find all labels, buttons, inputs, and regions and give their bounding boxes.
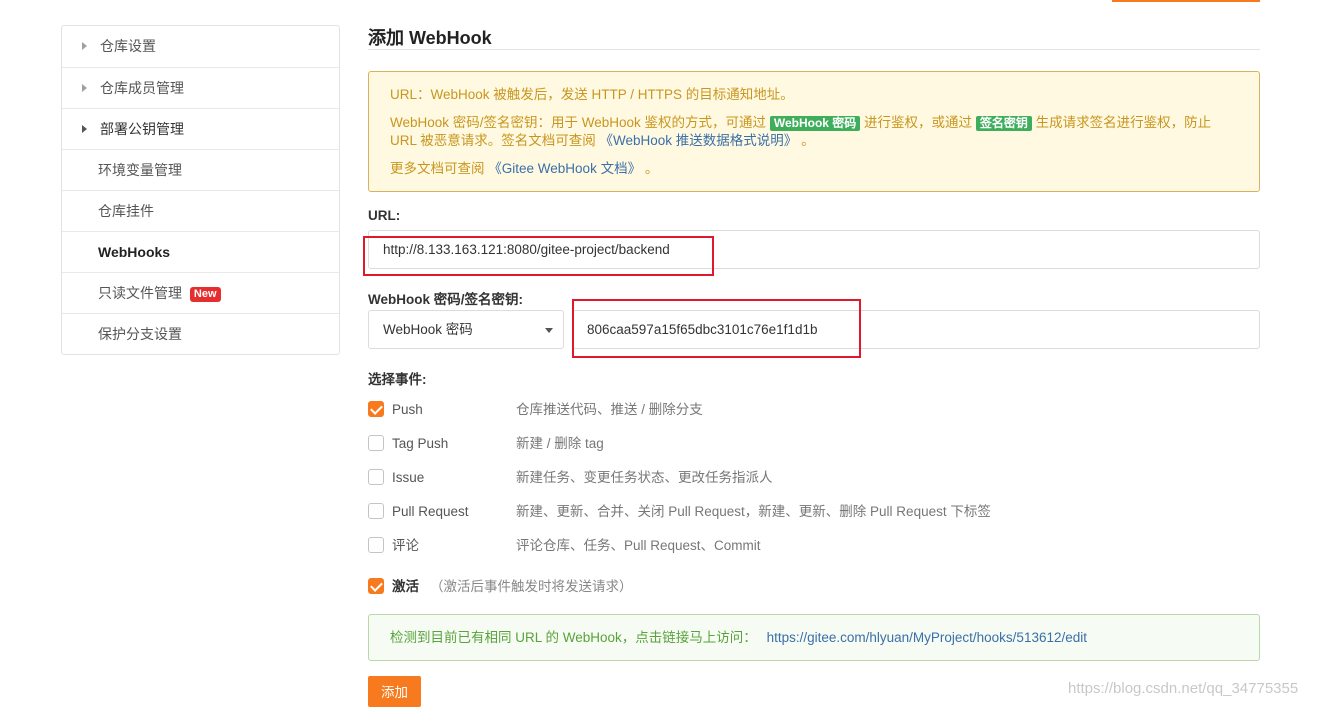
event-name: Issue [392, 470, 425, 485]
event-row-issue: Issue 新建任务、变更任务状态、更改任务指派人 [368, 468, 1260, 488]
watermark: https://blog.csdn.net/qq_34775355 [1068, 680, 1299, 697]
signing-key-chip: 签名密钥 [975, 116, 1032, 131]
title-divider [368, 49, 1260, 50]
sidebar-item-protected-branches[interactable]: 保护分支设置 [62, 313, 339, 354]
comment-checkbox[interactable] [368, 537, 384, 553]
event-name: Push [392, 402, 423, 417]
sidebar-item-repo-settings[interactable]: 仓库设置 [62, 26, 339, 67]
existing-webhook-link[interactable]: https://gitee.com/hlyuan/MyProject/hooks… [767, 630, 1087, 645]
add-button[interactable]: 添加 [368, 676, 421, 707]
sidebar-item-label: 仓库设置 [100, 38, 156, 54]
sidebar-item-label: 环境变量管理 [98, 162, 182, 178]
secret-label: WebHook 密码/签名密钥: [368, 292, 523, 307]
sidebar-item-label: 只读文件管理 [98, 285, 182, 301]
notice-line-secret: WebHook 密码/签名密钥：用于 WebHook 鉴权的方式，可通过 Web… [390, 114, 1239, 150]
event-description: 评论仓库、任务、Pull Request、Commit [516, 538, 761, 553]
sidebar-item-widgets[interactable]: 仓库挂件 [62, 190, 339, 231]
activate-label: 激活 [392, 579, 419, 594]
sidebar-item-deploy-keys[interactable]: 部署公钥管理 [62, 108, 339, 149]
sidebar-item-webhooks[interactable]: WebHooks [62, 231, 339, 272]
event-name: 评论 [392, 538, 419, 553]
activate-checkbox[interactable] [368, 578, 384, 594]
notice-text: 进行鉴权，或通过 [864, 115, 973, 130]
sidebar-item-label: 仓库成员管理 [100, 80, 184, 96]
sidebar-item-readonly-files[interactable]: 只读文件管理 New [62, 272, 339, 313]
sidebar-item-members[interactable]: 仓库成员管理 [62, 67, 339, 108]
tag-push-checkbox[interactable] [368, 435, 384, 451]
event-row-tag-push: Tag Push 新建 / 删除 tag [368, 434, 1260, 454]
notice-line-url: URL：WebHook 被触发后，发送 HTTP / HTTPS 的目标通知地址… [390, 87, 794, 102]
info-notice: URL：WebHook 被触发后，发送 HTTP / HTTPS 的目标通知地址… [368, 71, 1260, 192]
notice-text: 。 [801, 133, 815, 148]
sidebar-item-label: 部署公钥管理 [100, 121, 184, 137]
event-name: Pull Request [392, 504, 469, 519]
sidebar-item-label: WebHooks [98, 244, 171, 260]
event-description: 仓库推送代码、推送 / 删除分支 [516, 402, 703, 417]
notice-text: 。 [644, 161, 659, 176]
push-checkbox[interactable] [368, 401, 384, 417]
event-name: Tag Push [392, 436, 449, 451]
webhook-password-chip: WebHook 密码 [769, 116, 861, 131]
notice-text: WebHook 密码/签名密钥：用于 WebHook 鉴权的方式，可通过 [390, 115, 767, 130]
caret-right-icon [82, 84, 87, 92]
new-badge: New [189, 287, 221, 302]
activate-row: 激活 （激活后事件触发时将发送请求） [368, 577, 1260, 597]
sidebar-item-label: 仓库挂件 [98, 203, 154, 219]
pull-request-checkbox[interactable] [368, 503, 384, 519]
existing-webhook-notice: 检测到目前已有相同 URL 的 WebHook，点击链接马上访问： https:… [368, 614, 1260, 661]
payload-format-doc-link[interactable]: 《WebHook 推送数据格式说明》 [600, 133, 798, 148]
event-row-pull-request: Pull Request 新建、更新、合并、关闭 Pull Request，新建… [368, 502, 1260, 522]
existing-webhook-text: 检测到目前已有相同 URL 的 WebHook，点击链接马上访问： [390, 630, 757, 645]
issue-checkbox[interactable] [368, 469, 384, 485]
url-label: URL: [368, 208, 401, 223]
gitee-webhook-doc-link[interactable]: 《Gitee WebHook 文档》 [488, 161, 641, 176]
activate-hint: （激活后事件触发时将发送请求） [430, 579, 633, 594]
event-row-comment: 评论 评论仓库、任务、Pull Request、Commit [368, 536, 1260, 556]
event-row-push: Push 仓库推送代码、推送 / 删除分支 [368, 400, 1260, 420]
notice-text: 更多文档可查阅 [390, 161, 485, 176]
annotation-box-secret [572, 299, 861, 358]
event-description: 新建、更新、合并、关闭 Pull Request，新建、更新、删除 Pull R… [516, 504, 991, 519]
secret-type-value: WebHook 密码 [383, 322, 473, 337]
caret-right-icon [82, 125, 87, 133]
dropdown-arrow-icon [545, 328, 553, 333]
caret-right-icon [82, 42, 87, 50]
secret-type-select[interactable]: WebHook 密码 [368, 310, 564, 349]
top-accent-bar [1112, 0, 1260, 2]
annotation-box-url [363, 236, 714, 276]
settings-sidebar: 仓库设置 仓库成员管理 部署公钥管理 环境变量管理 仓库挂件 WebHooks … [61, 25, 340, 355]
sidebar-item-env-vars[interactable]: 环境变量管理 [62, 149, 339, 190]
events-label: 选择事件: [368, 372, 427, 387]
event-description: 新建任务、变更任务状态、更改任务指派人 [516, 470, 773, 485]
notice-line-docs: 更多文档可查阅 《Gitee WebHook 文档》 。 [390, 160, 1239, 178]
page-title: 添加 WebHook [368, 28, 492, 48]
sidebar-item-label: 保护分支设置 [98, 326, 182, 342]
event-description: 新建 / 删除 tag [516, 436, 604, 451]
